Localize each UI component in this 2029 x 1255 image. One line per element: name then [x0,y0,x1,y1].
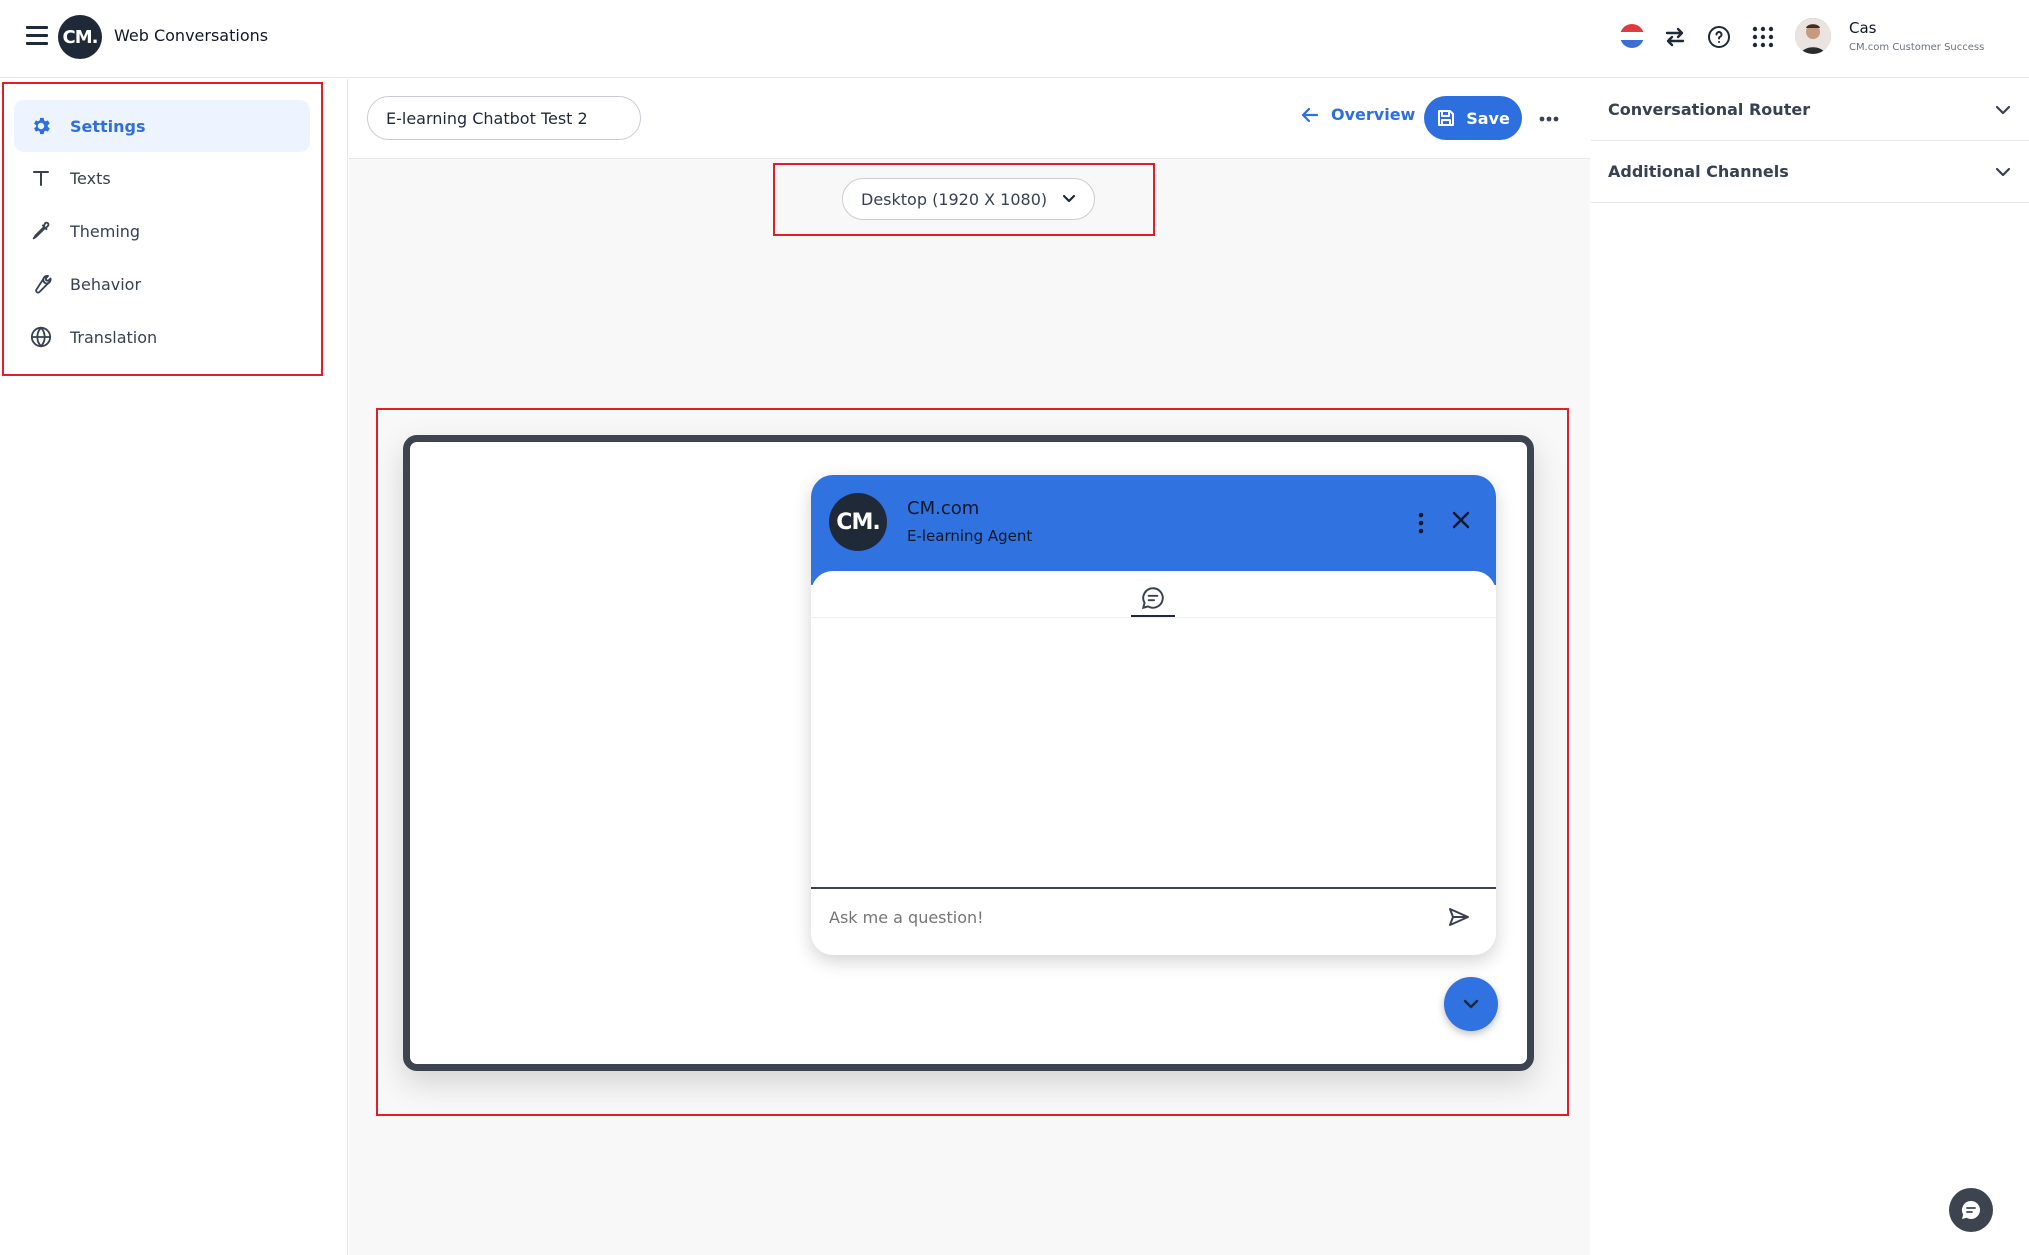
apps-grid-icon[interactable] [1748,22,1778,52]
top-bar: CM. Web Conversations Cas CM.com Custome… [0,0,2029,78]
chat-input-divider [811,887,1496,889]
save-label: Save [1466,108,1510,128]
sidebar-item-behavior[interactable]: Behavior [14,258,310,310]
help-icon[interactable] [1704,22,1734,52]
chat-body [811,571,1496,955]
save-button[interactable]: Save [1424,96,1522,140]
user-org: CM.com Customer Success [1849,42,1985,53]
chevron-down-icon [1463,999,1479,1009]
menu-icon[interactable] [26,26,48,46]
sidebar-item-translation[interactable]: Translation [14,311,310,363]
user-name: Cas [1849,19,1877,37]
overview-link[interactable]: Overview [1301,105,1415,124]
cm-logo[interactable]: CM. [58,15,102,59]
accordion-label: Conversational Router [1608,100,1811,119]
chat-bubble-icon [1961,1201,1980,1219]
chat-subtitle: E-learning Agent [907,527,1033,545]
chat-toggle-button[interactable] [1444,977,1498,1031]
save-icon [1438,110,1455,126]
gear-icon [28,113,54,139]
sidebar-item-texts[interactable]: Texts [14,152,310,204]
chat-conversation-tab[interactable] [1131,581,1175,617]
accordion-label: Additional Channels [1608,162,1789,181]
chat-title: CM.com [907,498,980,519]
chat-logo: CM. [829,493,887,551]
chevron-down-icon [1062,194,1076,203]
chat-header: CM. CM.com E-learning Agent [811,475,1496,585]
wrench-icon [28,271,54,297]
sidebar-item-label: Behavior [70,274,142,294]
language-flag-icon[interactable] [1620,24,1644,48]
sidebar-item-settings[interactable]: Settings [14,100,310,152]
chat-message-input[interactable] [829,897,1429,937]
channels-panel: Conversational Router Additional Channel… [1591,79,2029,1255]
send-icon[interactable] [1447,905,1471,929]
chat-bubble-icon [1141,587,1164,610]
kebab-menu-icon[interactable] [1413,511,1429,535]
more-options-icon[interactable] [1539,103,1559,128]
sidebar-item-label: Translation [70,327,158,347]
editor-header: Overview Save [349,79,1590,159]
sidebar-item-theming[interactable]: Theming [14,205,310,257]
settings-sidebar: Settings Texts Theming Behavior Translat… [0,79,348,1255]
sidebar-item-label: Theming [70,221,141,241]
device-select-value: Desktop (1920 X 1080) [861,189,1048,209]
app-title: Web Conversations [114,26,269,45]
sidebar-item-label: Texts [70,168,111,188]
sidebar-item-label: Settings [70,116,146,136]
chat-widget-preview: CM. CM.com E-learning Agent [811,475,1496,955]
eyedropper-icon [28,218,54,244]
chat-divider [811,617,1496,618]
accordion-additional-channels[interactable]: Additional Channels [1591,141,2029,203]
avatar[interactable] [1795,18,1831,54]
chevron-down-icon [1995,167,2011,176]
preview-area: Overview Save Desktop (1920 X 1080) CM. … [349,79,1590,1255]
device-size-select[interactable]: Desktop (1920 X 1080) [842,178,1095,220]
close-icon[interactable] [1451,507,1471,537]
text-icon [28,165,54,191]
arrow-left-icon [1301,107,1319,122]
switch-icon[interactable] [1660,22,1690,52]
support-chat-button[interactable] [1949,1188,1993,1232]
accordion-conversational-router[interactable]: Conversational Router [1591,79,2029,141]
chevron-down-icon [1995,105,2011,114]
overview-label: Overview [1331,105,1416,124]
desktop-preview-frame: CM. CM.com E-learning Agent [403,435,1534,1071]
chatbot-name-input[interactable] [367,96,641,140]
globe-icon [28,324,54,350]
